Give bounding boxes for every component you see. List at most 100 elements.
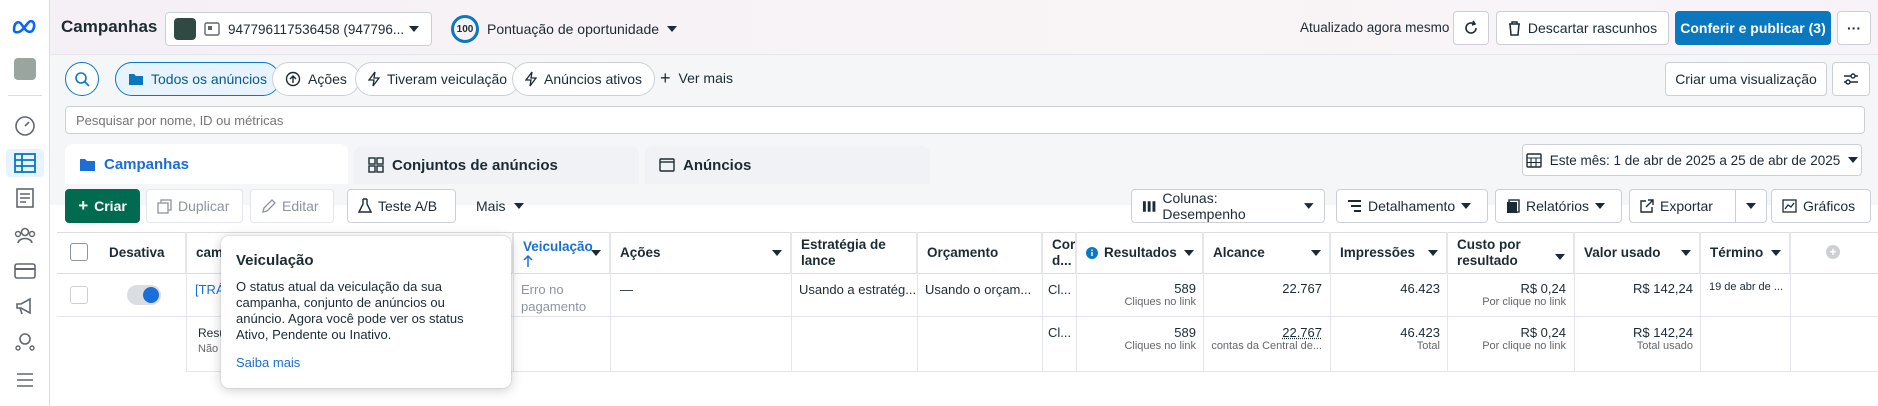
- refresh-button[interactable]: [1453, 11, 1489, 45]
- refresh-icon: [1465, 20, 1477, 34]
- column-header-budget[interactable]: Orçamento: [918, 232, 1042, 274]
- date-range-picker[interactable]: Este mês: 1 de abr de 2025 a 25 de abr d…: [1522, 144, 1862, 176]
- campaigns-table-icon[interactable]: [13, 151, 37, 175]
- results-subtext: Cliques no link: [1124, 296, 1196, 308]
- tab-campaigns[interactable]: Campanhas: [65, 144, 348, 184]
- account-id-text: 947796117536458 (947796...: [228, 21, 405, 37]
- delivery-status-line2: pagamento: [521, 299, 587, 314]
- column-header-results[interactable]: Resultados: [1077, 232, 1203, 274]
- ab-test-button[interactable]: Teste A/B: [347, 189, 456, 223]
- column-header-amount-spent[interactable]: Valor usado: [1575, 232, 1700, 274]
- account-avatar-icon[interactable]: [13, 57, 37, 81]
- chevron-down-icon: [591, 250, 601, 256]
- cost-number: R$ 0,24: [1520, 281, 1566, 296]
- left-navigation-rail: [0, 0, 50, 406]
- column-header-bid-strategy[interactable]: Estratégia de lance: [792, 232, 917, 274]
- select-all-checkbox[interactable]: [70, 243, 88, 261]
- reports-icon: [1507, 198, 1520, 213]
- column-divider: [1447, 232, 1448, 372]
- column-header-deactivate[interactable]: Desativa: [100, 232, 186, 274]
- audiences-icon[interactable]: [13, 223, 37, 247]
- review-and-publish-button[interactable]: Conferir e publicar (3): [1675, 11, 1831, 45]
- lightning-icon: [525, 71, 537, 87]
- discard-drafts-button[interactable]: Descartar rascunhos: [1496, 11, 1669, 45]
- add-column-plus-icon[interactable]: +: [1826, 245, 1840, 259]
- create-view-button[interactable]: Criar uma visualização: [1665, 62, 1827, 96]
- tooltip-title: Veiculação: [236, 252, 314, 269]
- column-header-cost-per-result[interactable]: Custo por resultado: [1448, 232, 1574, 274]
- breakdown-button[interactable]: Detalhamento: [1336, 189, 1488, 223]
- search-toggle-button[interactable]: [65, 62, 99, 96]
- column-header-delivery[interactable]: Veiculação: [514, 232, 610, 274]
- tooltip-body: O status atual da veiculação da sua camp…: [236, 279, 464, 342]
- view-settings-button[interactable]: [1832, 62, 1870, 96]
- column-header-actions[interactable]: Ações: [611, 232, 791, 274]
- tab-ads[interactable]: Anúncios: [645, 146, 930, 184]
- export-options-button[interactable]: [1735, 189, 1767, 223]
- actions-value: —: [620, 282, 633, 297]
- cost-per-result-value: R$ 0,24 Por clique no link: [1448, 281, 1566, 308]
- filter-all-ads[interactable]: Todos os anúncios: [115, 62, 280, 96]
- pencil-icon: [262, 198, 276, 213]
- totals-spent-number: R$ 142,24: [1633, 325, 1693, 340]
- more-actions-button[interactable]: Mais: [466, 189, 534, 223]
- cost-subtext: Por clique no link: [1482, 296, 1566, 308]
- end-header-label: Término: [1710, 245, 1764, 260]
- events-icon[interactable]: [13, 330, 37, 354]
- row-checkbox[interactable]: [70, 286, 88, 304]
- columns-button[interactable]: Colunas: Desempenho: [1131, 189, 1325, 223]
- export-button[interactable]: Exportar: [1629, 189, 1736, 223]
- dashboard-gauge-icon[interactable]: [13, 114, 37, 138]
- column-divider: [610, 232, 611, 372]
- totals-cost-number: R$ 0,24: [1520, 325, 1566, 340]
- totals-results: 589 Cliques no link: [1077, 325, 1196, 352]
- chevron-down-icon: [1555, 254, 1565, 260]
- see-more-label: Ver mais: [678, 70, 733, 86]
- learn-more-link[interactable]: Saiba mais: [236, 355, 496, 370]
- lightning-icon: [368, 71, 380, 87]
- create-button[interactable]: + Criar: [65, 189, 140, 223]
- plus-icon: +: [660, 68, 671, 88]
- column-divider: [186, 232, 187, 372]
- column-header-impressions[interactable]: Impressões: [1331, 232, 1447, 274]
- totals-impressions-subtext: Total: [1416, 340, 1440, 352]
- totals-reach-number[interactable]: 22.767: [1204, 325, 1322, 340]
- column-divider: [917, 232, 918, 372]
- billing-card-icon[interactable]: [13, 259, 37, 283]
- totals-results-subtext: Cliques no link: [1124, 340, 1196, 352]
- export-icon: [1640, 199, 1654, 213]
- search-input[interactable]: [65, 106, 1865, 134]
- opportunity-score[interactable]: 100 Pontuação de oportunidade: [451, 15, 678, 43]
- see-more-filters-button[interactable]: + Ver mais: [660, 68, 733, 88]
- campaign-on-off-toggle[interactable]: [127, 285, 161, 305]
- chevron-down-icon: [1311, 250, 1321, 256]
- tab-ad-sets[interactable]: Conjuntos de anúncios: [354, 146, 639, 184]
- edit-button[interactable]: Editar: [250, 189, 334, 223]
- chevron-down-icon: [513, 203, 524, 209]
- chevron-down-icon: [1746, 203, 1756, 209]
- delivery-tooltip: Veiculação O status atual da veiculação …: [221, 236, 511, 388]
- column-header-reach[interactable]: Alcance: [1204, 232, 1330, 274]
- filter-actions[interactable]: Ações: [272, 62, 360, 96]
- attribution-header-line2: d...: [1052, 253, 1072, 268]
- actions-header-label: Ações: [620, 245, 661, 260]
- meta-logo-icon[interactable]: [11, 14, 39, 38]
- create-label: Criar: [94, 198, 127, 214]
- ad-megaphone-icon[interactable]: [13, 294, 37, 318]
- duplicate-button[interactable]: Duplicar: [146, 189, 243, 223]
- totals-spent: R$ 142,24 Total usado: [1575, 325, 1693, 352]
- filter-active-ads[interactable]: Anúncios ativos: [512, 62, 656, 96]
- reports-button[interactable]: Relatórios: [1495, 189, 1622, 223]
- menu-hamburger-icon[interactable]: [13, 368, 37, 392]
- charts-button[interactable]: Gráficos: [1771, 189, 1871, 223]
- pages-icon[interactable]: [13, 186, 37, 210]
- cost-header-line1: Custo por: [1457, 237, 1521, 252]
- filter-had-delivery[interactable]: Tiveram veiculação: [355, 62, 521, 96]
- totals-reach: 22.767 contas da Central de...: [1204, 325, 1322, 352]
- ad-account-selector[interactable]: 947796117536458 (947796...: [165, 12, 432, 46]
- duplicate-icon: [157, 198, 172, 214]
- chevron-down-icon: [1771, 250, 1781, 256]
- more-options-button[interactable]: ···: [1837, 11, 1871, 45]
- column-header-attribution[interactable]: Cor d...: [1043, 232, 1076, 274]
- column-header-end[interactable]: Término: [1701, 232, 1790, 274]
